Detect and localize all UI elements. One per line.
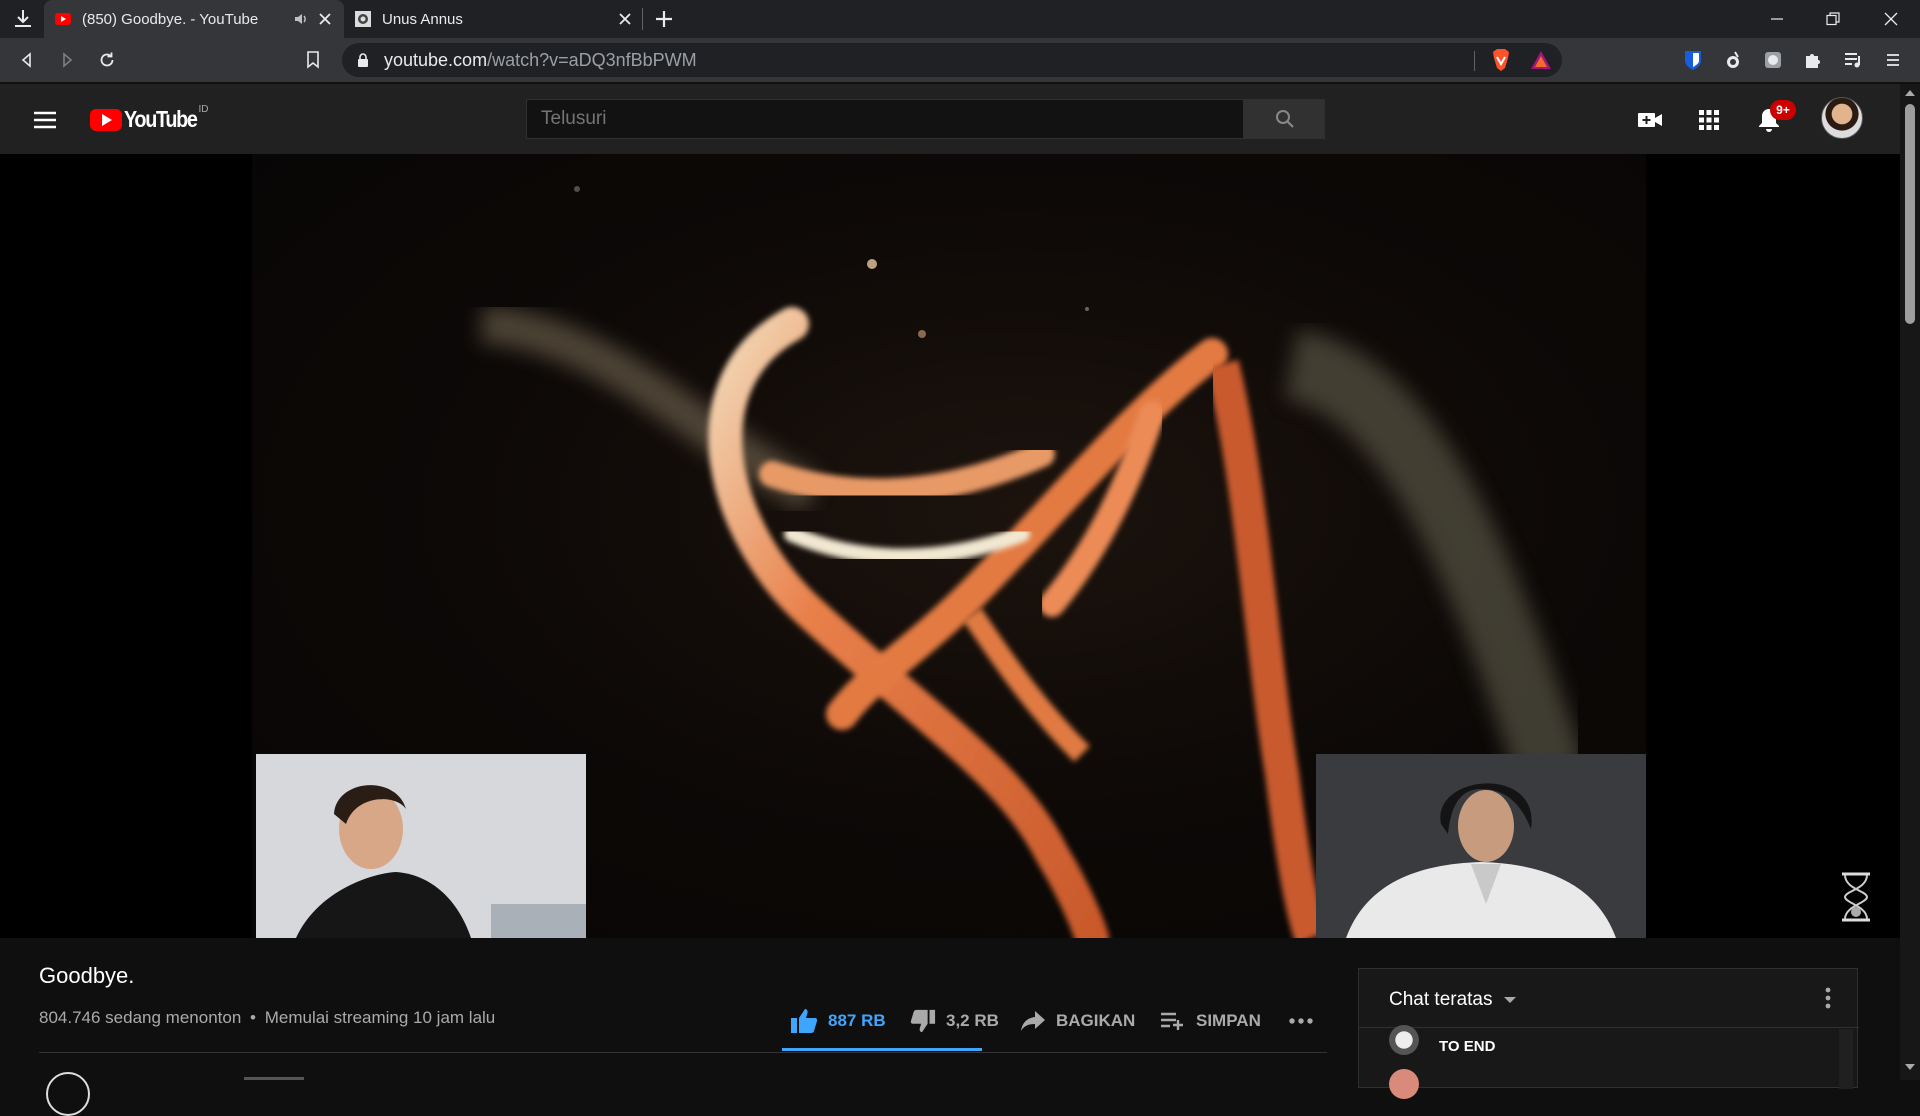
- thumbs-up-icon: [791, 1009, 818, 1033]
- chat-header-label: Chat teratas: [1389, 989, 1493, 1010]
- browser-menu-icon[interactable]: [1880, 47, 1906, 73]
- browser-toolbar: youtube.com/watch?v=aDQ3nfBbPWM: [0, 38, 1920, 83]
- webcam-left: [256, 754, 586, 938]
- meta-separator: •: [250, 1008, 256, 1027]
- youtube-logo-text: YouTube: [124, 106, 198, 132]
- youtube-play-logo-icon: [90, 108, 122, 131]
- address-bar[interactable]: youtube.com/watch?v=aDQ3nfBbPWM: [342, 43, 1562, 77]
- speaker-icon[interactable]: [292, 10, 310, 28]
- like-count: 887 RB: [828, 1011, 886, 1030]
- channel-avatar[interactable]: [46, 1072, 90, 1116]
- chat-scrollbar[interactable]: [1839, 1029, 1853, 1089]
- viewer-count: 804.746 sedang menonton: [39, 1008, 242, 1027]
- hourglass-watermark-icon: [1838, 872, 1874, 922]
- new-tab-icon[interactable]: [652, 7, 676, 31]
- video-player[interactable]: [0, 154, 1900, 938]
- close-tab-icon[interactable]: [316, 10, 334, 28]
- forward-icon[interactable]: [54, 47, 80, 73]
- like-button[interactable]: 887 RB: [790, 1006, 886, 1036]
- ghost-extension-icon[interactable]: [1760, 47, 1786, 73]
- url-host: youtube.com: [384, 50, 488, 70]
- more-horizontal-icon: [1289, 1018, 1313, 1024]
- playlist-add-icon: [1161, 1012, 1183, 1030]
- close-window-icon[interactable]: [1868, 0, 1914, 38]
- youtube-favicon-icon: [55, 13, 71, 25]
- page-scrollbar[interactable]: [1900, 84, 1920, 1080]
- webcam-right: [1316, 754, 1646, 938]
- extension-icon[interactable]: [1720, 47, 1746, 73]
- youtube-logo[interactable]: YouTube ID: [90, 104, 218, 133]
- stream-start-time: Memulai streaming 10 jam lalu: [264, 1008, 496, 1027]
- save-label: SIMPAN: [1196, 1011, 1261, 1030]
- share-label: BAGIKAN: [1056, 1011, 1136, 1030]
- search-input[interactable]: [526, 99, 1244, 139]
- thumbs-down-icon: [910, 1009, 936, 1033]
- media-queue-icon[interactable]: [1840, 47, 1866, 73]
- scroll-up-icon[interactable]: [1905, 88, 1915, 96]
- minimize-icon[interactable]: [1754, 0, 1800, 38]
- chat-author-avatar: [1389, 1069, 1419, 1099]
- save-button[interactable]: SIMPAN: [1160, 1006, 1261, 1036]
- bookmark-icon[interactable]: [300, 47, 326, 73]
- omnibox-divider: [1474, 51, 1475, 71]
- url-text: youtube.com/watch?v=aDQ3nfBbPWM: [384, 50, 697, 71]
- restore-icon[interactable]: [1810, 0, 1856, 38]
- divider-line: [39, 1052, 1327, 1053]
- video-title: Goodbye.: [39, 963, 135, 988]
- bitwarden-extension-icon[interactable]: [1680, 47, 1706, 73]
- brave-shields-icon[interactable]: [1490, 48, 1512, 77]
- unus-annus-favicon-icon: [355, 11, 371, 27]
- video-frame: [252, 154, 1646, 938]
- like-ratio-bar: [782, 1048, 982, 1051]
- browser-tab-strip: (850) Goodbye. - YouTube Unus Annus: [0, 0, 1920, 38]
- chat-menu-icon[interactable]: [1825, 987, 1831, 1014]
- downloads-icon[interactable]: [10, 6, 36, 32]
- back-icon[interactable]: [14, 47, 40, 73]
- video-meta: 804.746 sedang menonton • Memulai stream…: [39, 1008, 495, 1028]
- reload-icon[interactable]: [94, 47, 120, 73]
- hamburger-menu-icon[interactable]: [30, 105, 60, 135]
- tab-title: Unus Annus: [382, 10, 463, 28]
- chevron-down-icon: [1503, 997, 1516, 1003]
- url-path: /watch?v=aDQ3nfBbPWM: [487, 50, 697, 70]
- apps-grid-icon[interactable]: [1694, 105, 1724, 135]
- notification-count-badge: 9+: [1770, 100, 1796, 120]
- tab-title: (850) Goodbye. - YouTube: [82, 10, 259, 28]
- share-button[interactable]: BAGIKAN: [1020, 1006, 1135, 1036]
- chat-header-divider: [1359, 1027, 1859, 1028]
- tab-divider: [642, 8, 643, 30]
- live-chat-panel: Chat teratas TO END: [1358, 968, 1859, 1099]
- region-code: ID: [198, 104, 209, 115]
- chat-message: TO END: [1439, 1037, 1819, 1057]
- create-video-icon[interactable]: [1635, 105, 1665, 135]
- scrollbar-thumb[interactable]: [1905, 104, 1915, 324]
- chat-message-text: TO END: [1439, 1038, 1496, 1055]
- tab-youtube[interactable]: (850) Goodbye. - YouTube: [44, 0, 344, 38]
- more-actions-button[interactable]: [1288, 1006, 1324, 1036]
- lock-icon: [358, 53, 368, 67]
- scroll-down-icon[interactable]: [1905, 1064, 1915, 1072]
- search-icon: [1275, 110, 1294, 128]
- chat-author-avatar: [1389, 1025, 1419, 1055]
- tab-unus-annus[interactable]: Unus Annus: [344, 0, 644, 38]
- brave-rewards-icon[interactable]: [1530, 50, 1552, 75]
- account-avatar[interactable]: [1821, 97, 1863, 139]
- youtube-header: YouTube ID: [0, 84, 1900, 154]
- close-tab-icon[interactable]: [616, 10, 634, 28]
- share-icon: [1021, 1011, 1045, 1031]
- chat-mode-dropdown[interactable]: Chat teratas: [1389, 989, 1517, 1011]
- dislike-button[interactable]: 3,2 RB: [910, 1006, 999, 1036]
- dislike-count: 3,2 RB: [946, 1011, 999, 1030]
- extensions-puzzle-icon[interactable]: [1800, 47, 1826, 73]
- search-button[interactable]: [1244, 99, 1325, 139]
